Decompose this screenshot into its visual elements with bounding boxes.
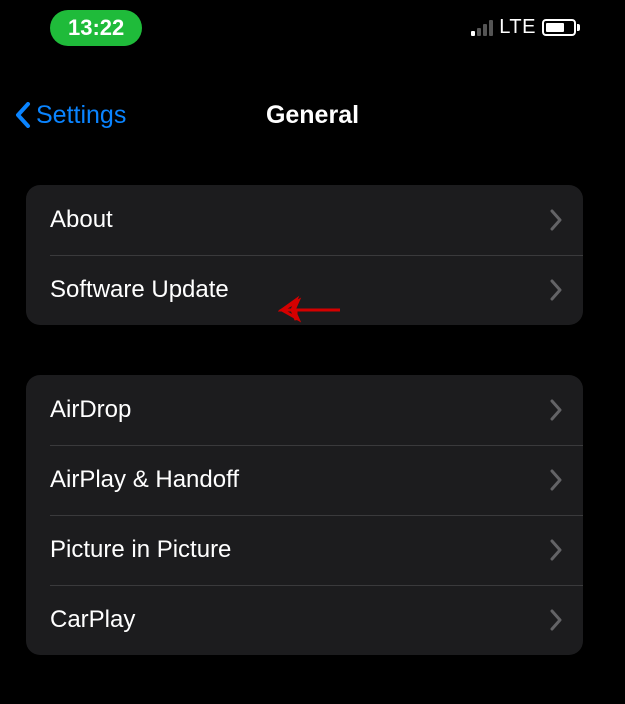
row-label: AirPlay & Handoff <box>50 466 239 494</box>
back-label: Settings <box>36 101 126 130</box>
row-airplay-handoff[interactable]: AirPlay & Handoff <box>26 445 583 515</box>
status-right: LTE <box>471 16 580 39</box>
row-picture-in-picture[interactable]: Picture in Picture <box>26 515 583 585</box>
chevron-right-icon <box>549 468 563 492</box>
row-label: Software Update <box>50 276 229 304</box>
row-label: AirDrop <box>50 396 131 424</box>
status-time-pill[interactable]: 13:22 <box>50 10 142 46</box>
chevron-right-icon <box>549 398 563 422</box>
back-button[interactable]: Settings <box>14 100 126 130</box>
content-scroll[interactable]: About Software Update AirDrop AirPlay & Han… <box>0 185 609 704</box>
settings-group: About Software Update <box>26 185 583 325</box>
chevron-right-icon <box>549 208 563 232</box>
settings-group: AirDrop AirPlay & Handoff Picture in Pictu… <box>26 375 583 655</box>
row-label: About <box>50 206 113 234</box>
row-label: Picture in Picture <box>50 536 231 564</box>
chevron-right-icon <box>549 278 563 302</box>
network-type: LTE <box>499 16 536 39</box>
chevron-right-icon <box>549 538 563 562</box>
status-bar: 13:22 LTE <box>0 0 625 55</box>
cellular-signal-icon <box>471 20 493 36</box>
row-about[interactable]: About <box>26 185 583 255</box>
battery-icon <box>542 19 580 36</box>
row-airdrop[interactable]: AirDrop <box>26 375 583 445</box>
row-carplay[interactable]: CarPlay <box>26 585 583 655</box>
row-software-update[interactable]: Software Update <box>26 255 583 325</box>
chevron-left-icon <box>14 100 32 130</box>
row-label: CarPlay <box>50 606 135 634</box>
chevron-right-icon <box>549 608 563 632</box>
status-time: 13:22 <box>68 15 124 40</box>
nav-header: Settings General <box>0 85 625 145</box>
